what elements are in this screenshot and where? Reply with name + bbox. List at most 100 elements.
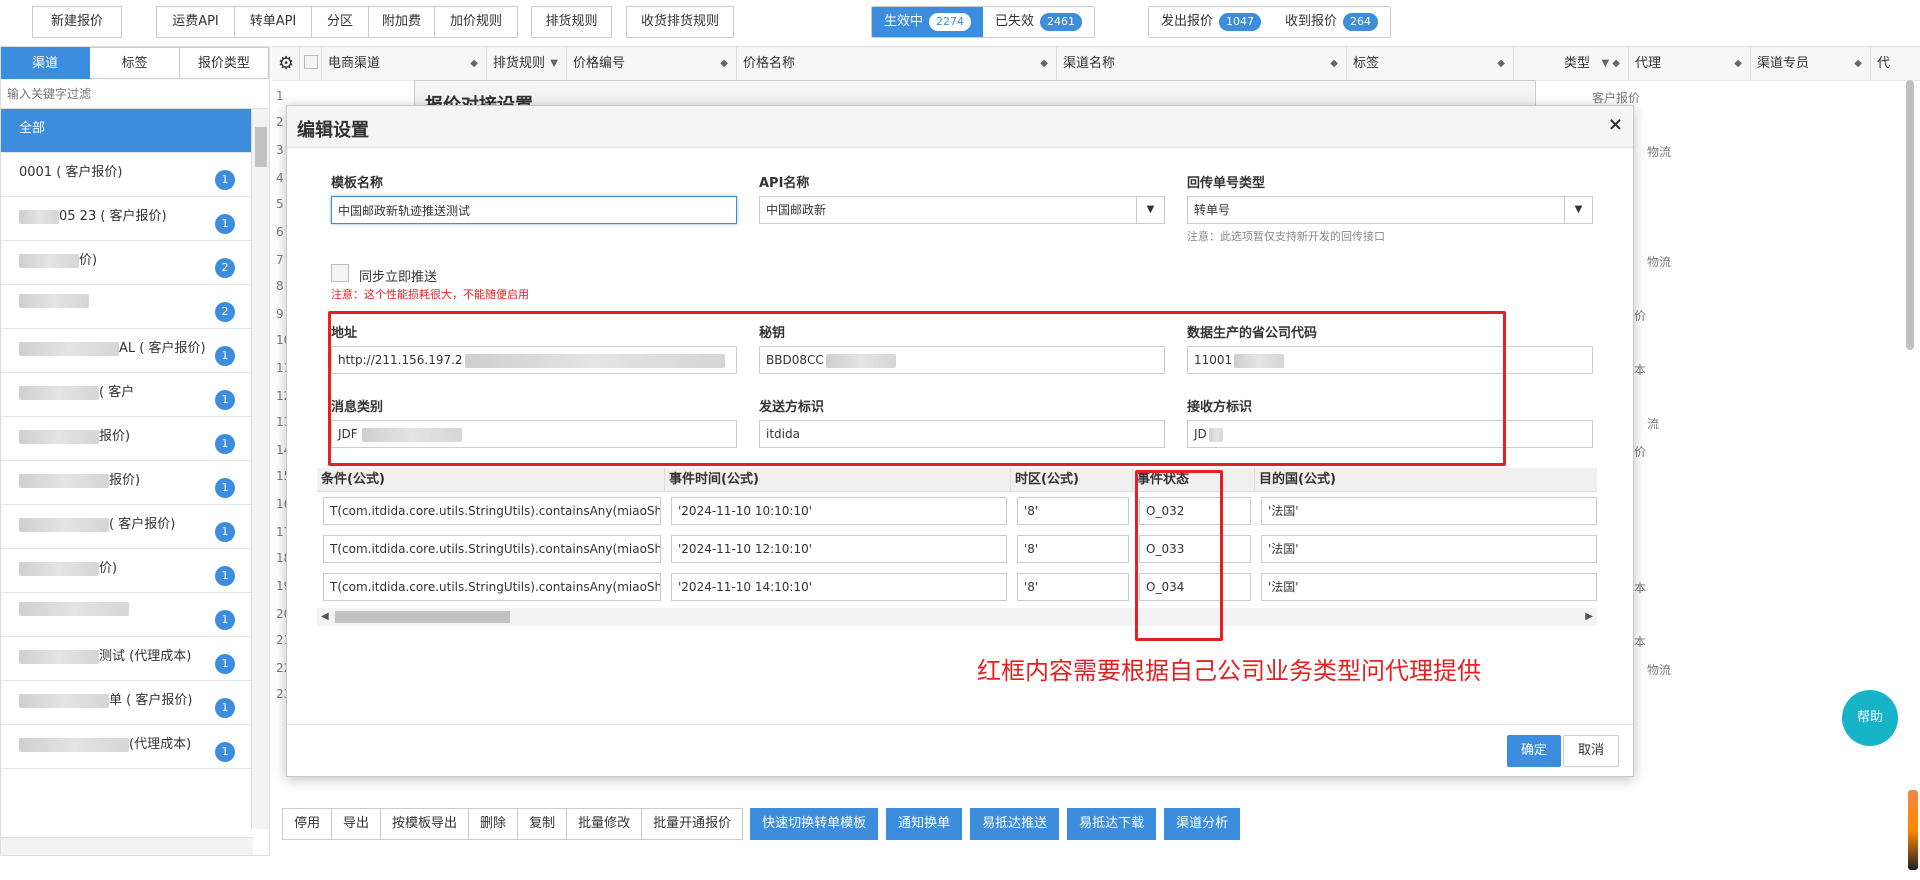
list-item[interactable]: 05 23 ( 客户报价) 1 bbox=[1, 197, 251, 241]
redacted-block bbox=[19, 737, 129, 752]
col-more[interactable]: 代 bbox=[1871, 47, 1920, 81]
event-time-input[interactable]: '2024-11-10 10:10:10' bbox=[671, 497, 1007, 525]
col-type[interactable]: 类型 ▼ ◆ bbox=[1514, 47, 1629, 81]
status-expired-tab[interactable]: 已失效 2461 bbox=[983, 7, 1095, 37]
status-active-count: 2274 bbox=[929, 13, 972, 31]
col-channel-name[interactable]: 渠道名称 ◆ bbox=[1057, 47, 1347, 81]
col-label: 类型 bbox=[1563, 56, 1590, 71]
count-badge: 1 bbox=[215, 522, 235, 542]
list-item[interactable]: ( 客户报价) 1 bbox=[1, 505, 251, 549]
destination-input[interactable]: '法国' bbox=[1261, 573, 1597, 601]
tab-transfer-api[interactable]: 转单API bbox=[234, 6, 312, 38]
delete-button[interactable]: 删除 bbox=[468, 808, 519, 840]
disable-button[interactable]: 停用 bbox=[282, 808, 333, 840]
destination-input[interactable]: '法国' bbox=[1261, 497, 1597, 525]
sync-push-checkbox[interactable] bbox=[331, 264, 349, 282]
list-item[interactable]: 单 ( 客户报价) 1 bbox=[1, 681, 251, 725]
new-quote-button[interactable]: 新建报价 bbox=[32, 6, 122, 38]
col-destination: 目的国(公式) bbox=[1259, 472, 1336, 487]
col-channel-specialist[interactable]: 渠道专员 ◆ bbox=[1751, 47, 1871, 81]
help-button[interactable]: 帮助 bbox=[1842, 690, 1898, 746]
condition-input[interactable]: T(com.itdida.core.utils.StringUtils).con… bbox=[323, 497, 661, 525]
timezone-input[interactable]: '8' bbox=[1017, 497, 1129, 525]
copy-button[interactable]: 复制 bbox=[517, 808, 568, 840]
batch-open-quote-button[interactable]: 批量开通报价 bbox=[641, 808, 744, 840]
close-icon[interactable]: × bbox=[1608, 114, 1623, 135]
grid-vertical-scrollbar[interactable] bbox=[1906, 80, 1914, 350]
timezone-input[interactable]: '8' bbox=[1017, 573, 1129, 601]
tab-markup-rules[interactable]: 加价规则 bbox=[434, 6, 518, 38]
sidebar-item-all[interactable]: 全部 bbox=[1, 109, 251, 153]
sidebar-item-label: 报价) bbox=[99, 429, 131, 444]
list-item[interactable]: 报价) 1 bbox=[1, 417, 251, 461]
gear-icon[interactable]: ⚙ bbox=[278, 53, 294, 74]
redacted-block bbox=[19, 385, 99, 400]
status-active-label: 生效中 bbox=[884, 14, 924, 29]
cancel-button[interactable]: 取消 bbox=[1563, 735, 1619, 767]
export-by-template-button[interactable]: 按模板导出 bbox=[380, 808, 470, 840]
tab-zone[interactable]: 分区 bbox=[311, 6, 369, 38]
sort-icon: ◆ bbox=[1854, 58, 1862, 69]
sidebar-filter-input[interactable] bbox=[7, 86, 263, 101]
sidebar-horizontal-scrollbar[interactable] bbox=[1, 837, 253, 855]
sync-push-label: 同步立即推送 bbox=[359, 270, 438, 285]
chevron-down-icon: ▼ bbox=[1564, 197, 1592, 223]
ydd-download-button[interactable]: 易抵达下载 bbox=[1067, 808, 1157, 840]
list-item[interactable]: AL ( 客户报价) 1 bbox=[1, 329, 251, 373]
list-item[interactable]: 价) 2 bbox=[1, 241, 251, 285]
channel-analysis-button[interactable]: 渠道分析 bbox=[1164, 808, 1241, 840]
tab-freight-api[interactable]: 运费API bbox=[156, 6, 235, 38]
dispatch-rules-button[interactable]: 排货规则 bbox=[531, 6, 612, 38]
list-item[interactable]: 测试 (代理成本) 1 bbox=[1, 637, 251, 681]
col-price-code[interactable]: 价格编号 ◆ bbox=[567, 47, 737, 81]
list-item[interactable]: 1 bbox=[1, 593, 251, 637]
select-all-checkbox[interactable] bbox=[304, 55, 318, 69]
col-ecom-channel[interactable]: 电商渠道 ◆ bbox=[322, 47, 487, 81]
ydd-push-button[interactable]: 易抵达推送 bbox=[970, 808, 1060, 840]
scroll-right-icon[interactable]: ▶ bbox=[1585, 608, 1593, 626]
col-agent[interactable]: 代理 ◆ bbox=[1629, 47, 1751, 81]
event-time-input[interactable]: '2024-11-10 14:10:10' bbox=[671, 573, 1007, 601]
sidebar-item-label: (代理成本) bbox=[129, 737, 192, 752]
tab-surcharge[interactable]: 附加费 bbox=[368, 6, 435, 38]
count-badge: 1 bbox=[215, 390, 235, 410]
template-name-input[interactable] bbox=[331, 196, 737, 224]
condition-input[interactable]: T(com.itdida.core.utils.StringUtils).con… bbox=[323, 573, 661, 601]
col-condition: 条件(公式) bbox=[317, 468, 665, 492]
table-horizontal-scrollbar[interactable]: ◀ ▶ bbox=[317, 608, 1597, 626]
batch-edit-button[interactable]: 批量修改 bbox=[566, 808, 643, 840]
return-type-select[interactable]: 转单号 ▼ bbox=[1187, 196, 1593, 224]
list-item[interactable]: 价) 1 bbox=[1, 549, 251, 593]
timezone-input[interactable]: '8' bbox=[1017, 535, 1129, 563]
col-price-name[interactable]: 价格名称 ◆ bbox=[737, 47, 1057, 81]
list-item[interactable]: 报价) 1 bbox=[1, 461, 251, 505]
scroll-left-icon[interactable]: ◀ bbox=[321, 608, 329, 626]
list-item[interactable]: 0001 ( 客户报价) 1 bbox=[1, 153, 251, 197]
receive-rules-button[interactable]: 收货排货规则 bbox=[626, 6, 734, 38]
list-item[interactable]: 2 bbox=[1, 285, 251, 329]
destination-input[interactable]: '法国' bbox=[1261, 535, 1597, 563]
export-button[interactable]: 导出 bbox=[331, 808, 382, 840]
sort-icon: ◆ bbox=[1734, 58, 1742, 69]
switch-transfer-template-button[interactable]: 快速切换转单模板 bbox=[750, 808, 879, 840]
sidebar-tab-channel[interactable]: 渠道 bbox=[1, 47, 91, 79]
col-tag[interactable]: 标签 ◆ bbox=[1347, 47, 1514, 81]
status-active-tab[interactable]: 生效中 2274 bbox=[872, 7, 984, 37]
event-time-input[interactable]: '2024-11-10 12:10:10' bbox=[671, 535, 1007, 563]
sent-quotes-tab[interactable]: 发出报价 1047 bbox=[1149, 7, 1274, 37]
col-dispatch-rule[interactable]: 排货规则 ▼ bbox=[487, 47, 567, 81]
api-name-select[interactable]: 中国邮政新 ▼ bbox=[759, 196, 1165, 224]
received-quotes-tab[interactable]: 收到报价 264 bbox=[1273, 7, 1391, 37]
grid-header: ⚙ 电商渠道 ◆ 排货规则 ▼ 价格编号 ◆ 价格名称 ◆ 渠道名称 ◆ 标签 ◆ 类型 ▼ … bbox=[272, 47, 1920, 81]
sidebar-tab-tag[interactable]: 标签 bbox=[90, 47, 180, 79]
redacted-block bbox=[19, 209, 59, 224]
list-item[interactable]: ( 客户 1 bbox=[1, 373, 251, 417]
list-item[interactable]: (代理成本) 1 bbox=[1, 725, 251, 769]
sidebar-vertical-scrollbar[interactable] bbox=[251, 109, 269, 829]
condition-input[interactable]: T(com.itdida.core.utils.StringUtils).con… bbox=[323, 535, 661, 563]
sidebar-tab-quote-type[interactable]: 报价类型 bbox=[179, 47, 269, 79]
scroll-thumb[interactable] bbox=[335, 611, 510, 623]
confirm-button[interactable]: 确定 bbox=[1507, 735, 1561, 767]
scroll-thumb[interactable] bbox=[255, 127, 267, 167]
notify-change-button[interactable]: 通知换单 bbox=[886, 808, 963, 840]
